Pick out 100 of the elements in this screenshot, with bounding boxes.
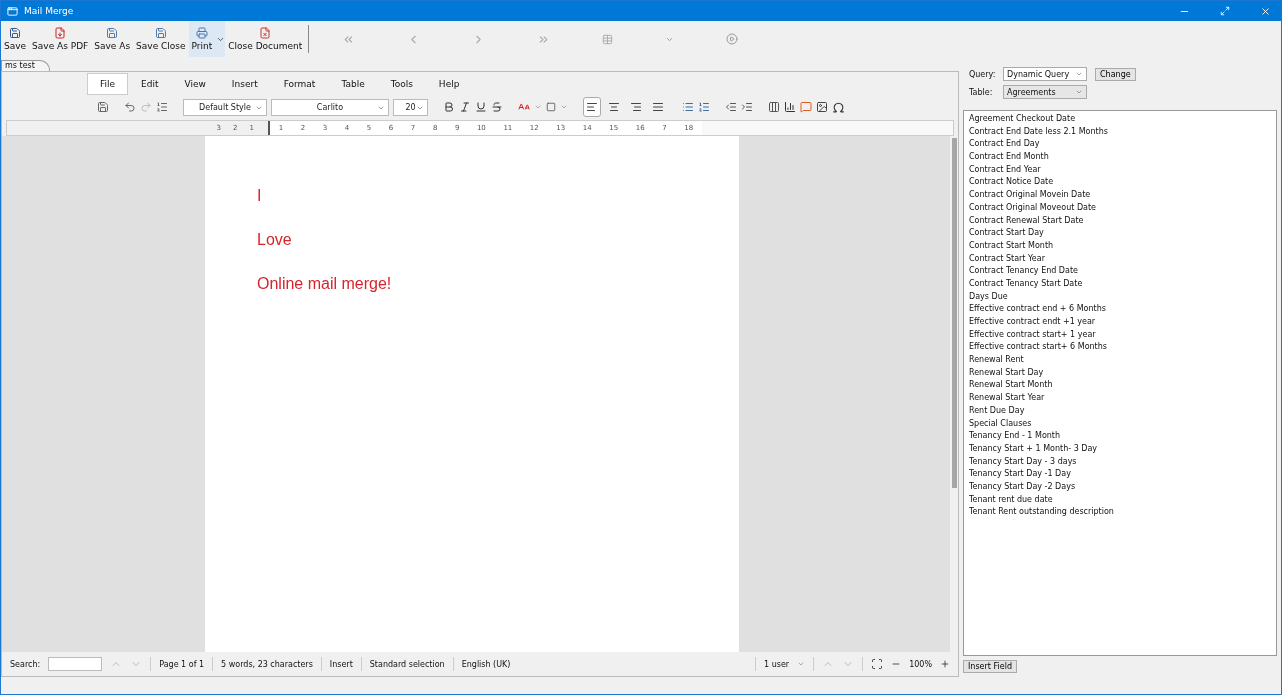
- field-item[interactable]: Tenancy Start + 1 Month- 3 Day: [969, 442, 1271, 456]
- save-icon[interactable]: [97, 101, 109, 113]
- list-icon[interactable]: [156, 101, 168, 113]
- caret-icon[interactable]: [560, 103, 568, 111]
- underline-icon[interactable]: [475, 101, 487, 113]
- field-item[interactable]: Effective contract start+ 6 Months: [969, 341, 1271, 355]
- omega-icon[interactable]: [832, 100, 845, 114]
- table-label: Table:: [969, 87, 994, 97]
- image-icon[interactable]: [816, 101, 828, 113]
- field-item[interactable]: Contract Original Movein Date: [969, 189, 1271, 202]
- font-color-icon[interactable]: [518, 101, 530, 113]
- play-icon[interactable]: [726, 33, 739, 45]
- field-item[interactable]: Special Clauses: [969, 417, 1271, 431]
- menu-tab[interactable]: Tools: [377, 73, 426, 95]
- field-item[interactable]: Tenant rent due date: [969, 493, 1271, 507]
- selection-mode[interactable]: Standard selection: [369, 659, 445, 669]
- indent-icon[interactable]: [741, 101, 753, 113]
- bold-icon[interactable]: [443, 101, 455, 113]
- italic-icon[interactable]: [459, 101, 471, 113]
- field-item[interactable]: Renewal Start Year: [969, 392, 1271, 405]
- field-item[interactable]: Tenancy Start Day -1 Day: [969, 468, 1271, 481]
- field-item[interactable]: Contract Original Moveout Date: [969, 201, 1271, 215]
- align-right-icon: [630, 101, 642, 113]
- field-item[interactable]: Contract End Month: [969, 151, 1271, 164]
- caret-icon[interactable]: [1075, 88, 1083, 96]
- insert-mode[interactable]: Insert: [329, 659, 353, 669]
- field-item[interactable]: Agreement Checkout Date: [969, 113, 1271, 126]
- table-dropdown[interactable]: Agreements: [1003, 85, 1087, 99]
- field-item[interactable]: Rent Due Day: [969, 404, 1271, 418]
- field-item[interactable]: Contract Start Year: [969, 252, 1271, 266]
- menu-tab[interactable]: Table: [328, 73, 378, 95]
- undo-icon[interactable]: [124, 101, 136, 113]
- insert-field-button[interactable]: Insert Field: [963, 660, 1017, 673]
- zoom-in-icon[interactable]: [940, 659, 950, 669]
- style-dropdown[interactable]: Default Style: [183, 98, 267, 116]
- font-dropdown[interactable]: Carlito: [271, 98, 389, 116]
- field-item[interactable]: Effective contract endt +1 year: [969, 316, 1271, 329]
- caret-icon[interactable]: [534, 103, 542, 111]
- field-item[interactable]: Renewal Start Day: [969, 366, 1271, 380]
- field-item[interactable]: Effective contract end + 6 Months: [969, 303, 1271, 316]
- document-icon: [259, 27, 272, 39]
- menu-tab[interactable]: File: [87, 73, 129, 95]
- scrollbar-thumb[interactable]: [951, 138, 957, 488]
- document-page[interactable]: I Love Online mail merge!: [205, 136, 739, 652]
- toolbar-button[interactable]: Print: [188, 21, 216, 57]
- close-icon[interactable]: [1260, 5, 1271, 17]
- field-item[interactable]: Days Due: [969, 290, 1271, 304]
- document-text: Online mail merge!: [257, 274, 393, 294]
- toolbar-button[interactable]: Save Close: [133, 21, 189, 57]
- strikethrough-icon[interactable]: [491, 101, 503, 113]
- field-item[interactable]: Renewal Start Month: [969, 379, 1271, 393]
- document-text: I: [257, 186, 263, 206]
- field-item[interactable]: Contract End Date less 2.1 Months: [969, 125, 1271, 139]
- align-button[interactable]: [583, 97, 601, 117]
- save-as-icon: [106, 27, 119, 39]
- search-field[interactable]: [48, 657, 103, 671]
- toolbar-button[interactable]: Save: [1, 21, 30, 57]
- users-count[interactable]: 1 user: [764, 659, 790, 669]
- field-item[interactable]: Contract Tenancy End Date: [969, 265, 1271, 278]
- query-dropdown[interactable]: Dynamic Query: [1003, 67, 1087, 81]
- caret-icon[interactable]: [797, 660, 806, 668]
- field-item[interactable]: Tenancy Start Day - 3 days: [969, 455, 1271, 469]
- field-item[interactable]: Tenancy Start Day -2 Days: [969, 480, 1271, 494]
- fit-page-icon[interactable]: [871, 658, 884, 670]
- change-button[interactable]: Change: [1095, 67, 1136, 81]
- field-item[interactable]: Contract Notice Date: [969, 176, 1271, 190]
- field-item[interactable]: Contract End Year: [969, 163, 1271, 177]
- menu-tab[interactable]: Insert: [218, 73, 271, 95]
- comment-icon[interactable]: [800, 101, 812, 113]
- field-item[interactable]: Tenancy End - 1 Month: [969, 430, 1271, 443]
- pdf-icon: [54, 27, 67, 39]
- table-icon[interactable]: [768, 101, 780, 113]
- caret-icon[interactable]: [1075, 70, 1083, 78]
- bullet-list-icon[interactable]: [682, 101, 694, 113]
- outdent-icon[interactable]: [725, 101, 737, 113]
- numbered-list-icon[interactable]: [698, 101, 710, 113]
- toolbar-button[interactable]: Save As PDF: [29, 21, 92, 57]
- field-item[interactable]: Contract Tenancy Start Date: [969, 277, 1271, 291]
- field-item[interactable]: Contract Start Day: [969, 227, 1271, 240]
- chart-icon[interactable]: [784, 101, 796, 113]
- maximize-icon[interactable]: [1220, 6, 1230, 16]
- menu-tab[interactable]: Help: [425, 73, 473, 95]
- menu-tab[interactable]: View: [171, 73, 219, 95]
- field-item[interactable]: Contract End Day: [969, 138, 1271, 152]
- align-justify-icon: [652, 101, 664, 113]
- size-dropdown[interactable]: 20: [393, 98, 428, 116]
- field-item[interactable]: Effective contract start+ 1 year: [969, 328, 1271, 342]
- toolbar-button[interactable]: Close Document: [225, 21, 306, 57]
- field-item[interactable]: Tenant Rent outstanding description: [969, 506, 1271, 519]
- menu-tab[interactable]: Edit: [128, 73, 172, 95]
- menu-tab[interactable]: Format: [270, 73, 329, 95]
- word-count: 5 words, 23 characters: [221, 659, 313, 669]
- field-item[interactable]: Renewal Rent: [969, 354, 1271, 367]
- language[interactable]: English (UK): [461, 659, 511, 669]
- field-item[interactable]: Contract Renewal Start Date: [969, 214, 1271, 228]
- field-item[interactable]: Contract Start Month: [969, 239, 1271, 253]
- window-title: Mail Merge: [24, 6, 75, 16]
- align-left-icon: [586, 101, 598, 113]
- toolbar-button[interactable]: Save As: [91, 21, 134, 57]
- border-icon[interactable]: [546, 102, 556, 112]
